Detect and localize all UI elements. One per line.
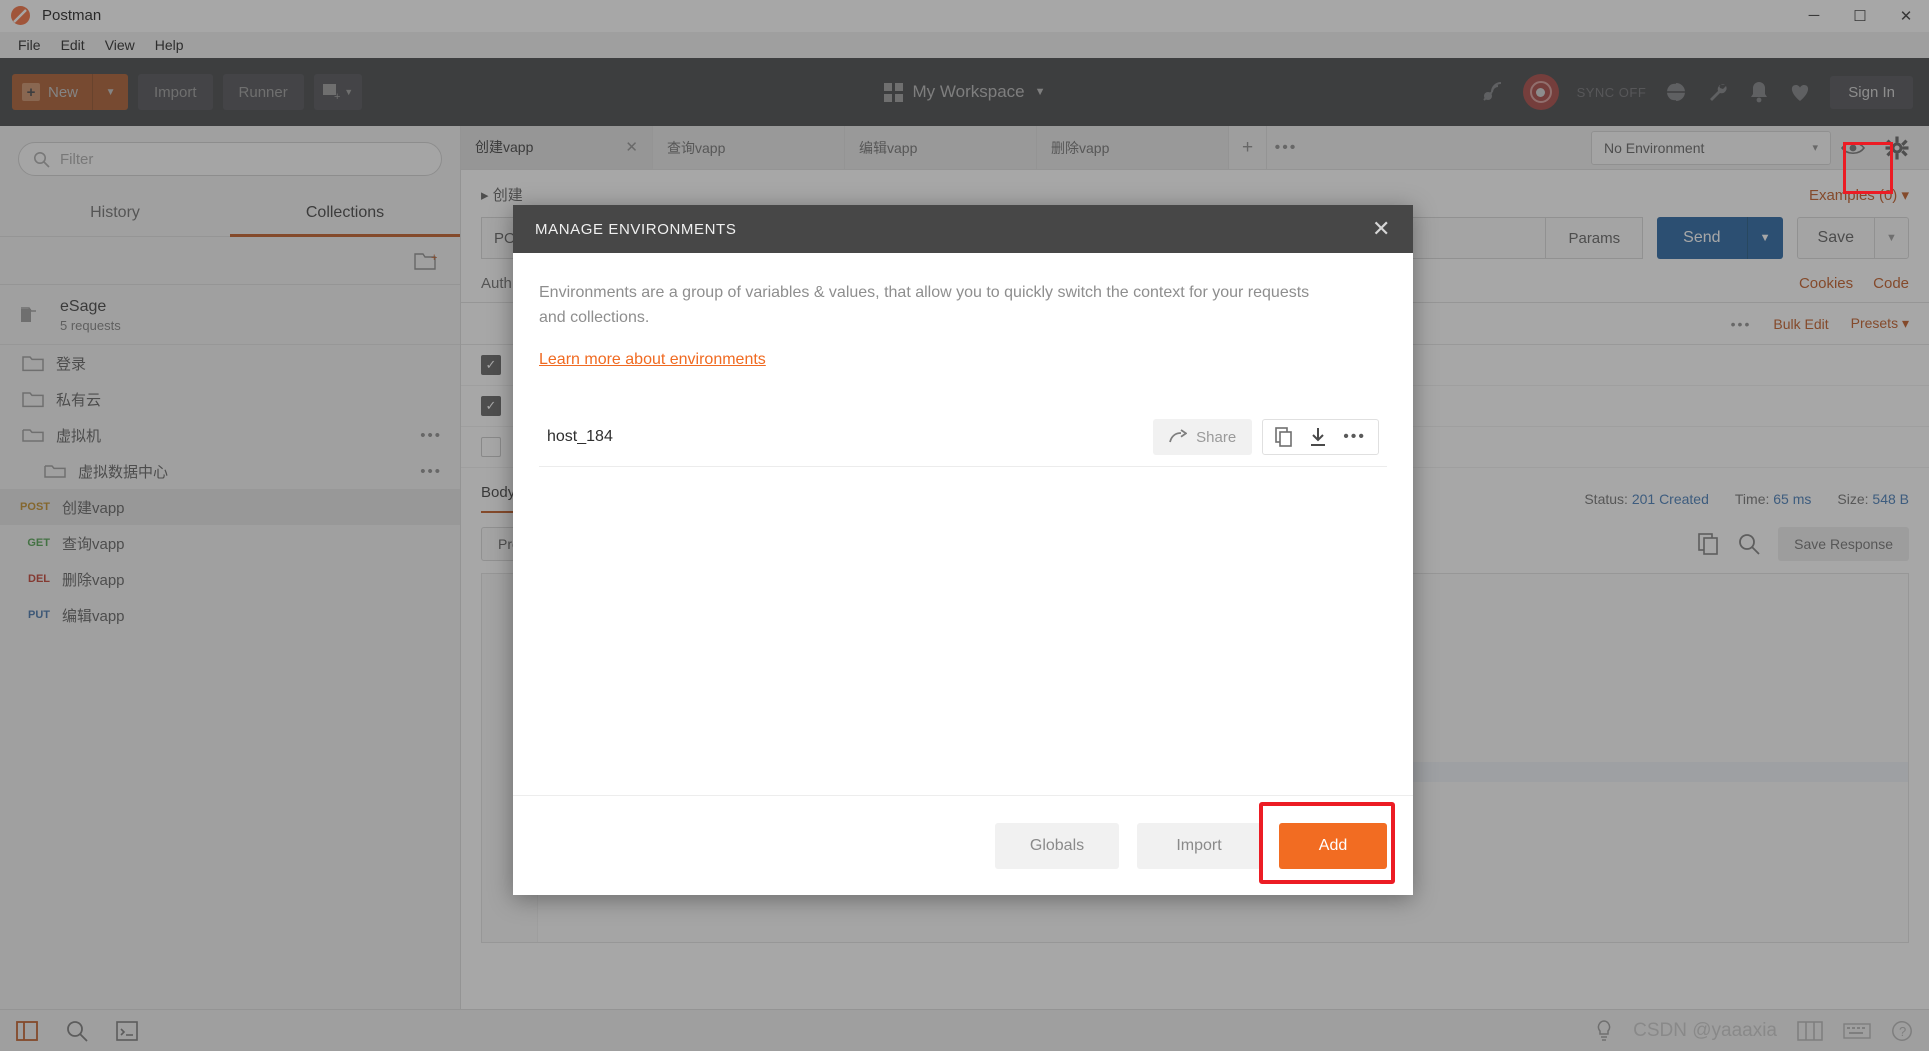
modal-footer: Globals Import Add <box>513 795 1413 895</box>
environment-icon-group: ••• <box>1262 419 1379 456</box>
share-button[interactable]: Share <box>1153 419 1253 456</box>
more-icon[interactable]: ••• <box>1343 428 1366 446</box>
manage-environments-modal: MANAGE ENVIRONMENTS ✕ Environments are a… <box>513 205 1413 895</box>
environment-list: host_184 Share ••• <box>539 409 1387 467</box>
modal-body: Environments are a group of variables & … <box>513 253 1413 795</box>
environment-row-host_184[interactable]: host_184 Share ••• <box>539 409 1387 467</box>
download-icon[interactable] <box>1309 427 1327 447</box>
environment-row-actions: Share ••• <box>1153 419 1379 456</box>
modal-header: MANAGE ENVIRONMENTS ✕ <box>513 205 1413 253</box>
environment-name[interactable]: host_184 <box>547 428 613 446</box>
import-button[interactable]: Import <box>1137 822 1261 869</box>
modal-description: Environments are a group of variables & … <box>539 284 1310 326</box>
copy-icon[interactable] <box>1275 427 1293 447</box>
globals-button[interactable]: Globals <box>995 822 1119 869</box>
close-icon[interactable]: ✕ <box>1372 218 1391 240</box>
share-label: Share <box>1196 428 1237 446</box>
learn-more-link[interactable]: Learn more about environments <box>539 351 1387 369</box>
modal-title: MANAGE ENVIRONMENTS <box>535 220 737 238</box>
gear-highlight-annotation <box>1843 142 1893 194</box>
share-icon <box>1169 429 1188 443</box>
postman-app: Postman ─ ☐ ✕ File Edit View Help + New … <box>0 0 1929 1051</box>
add-button[interactable]: Add <box>1279 822 1387 869</box>
